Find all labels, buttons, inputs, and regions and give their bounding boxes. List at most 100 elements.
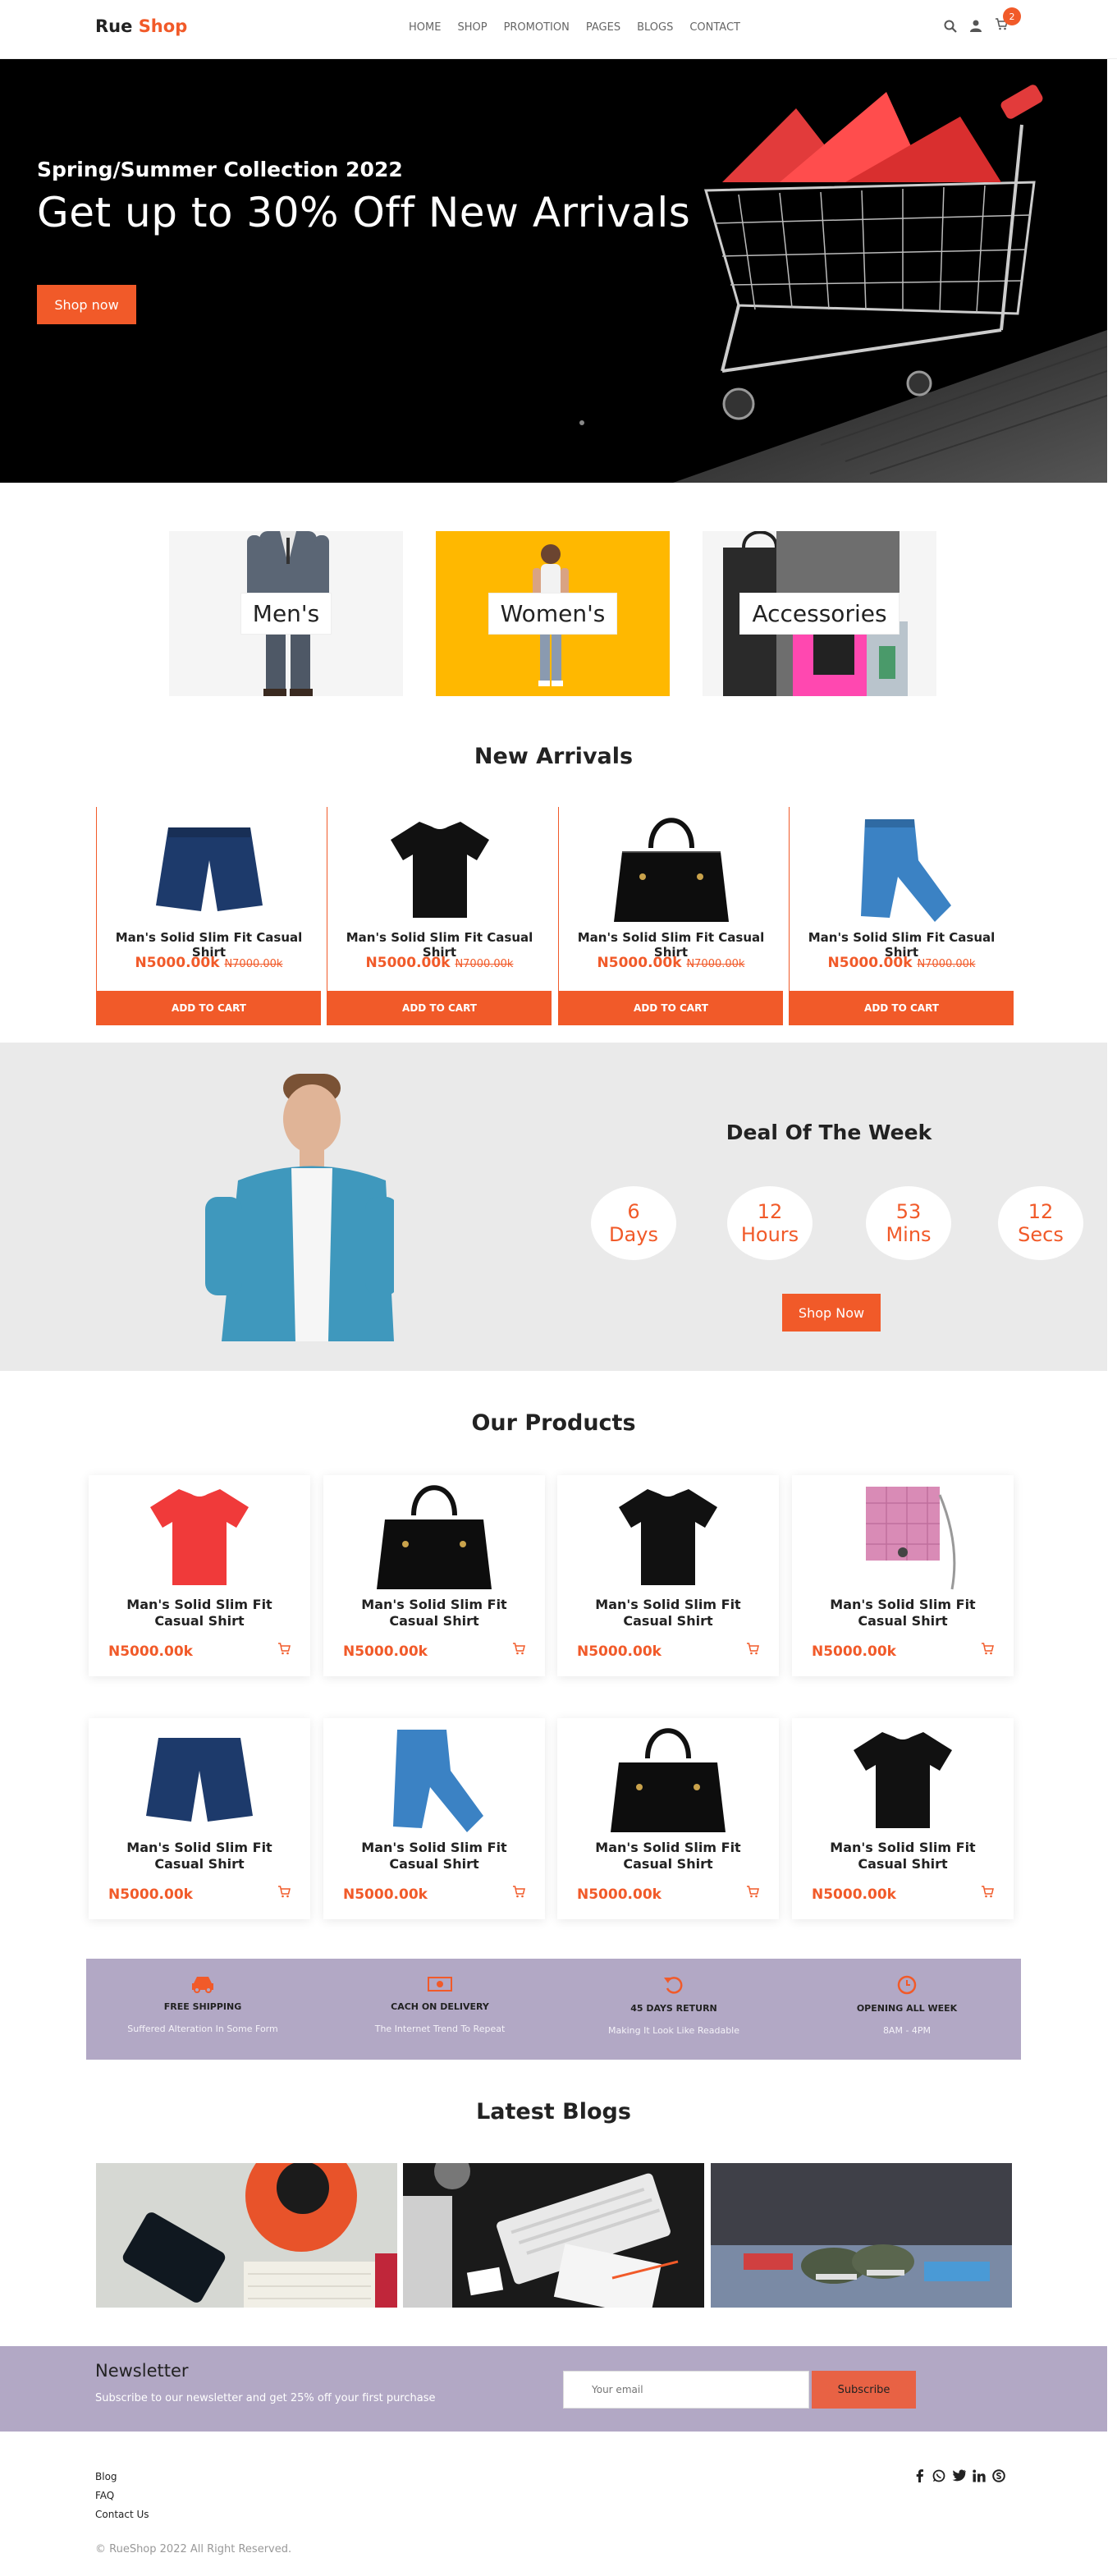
- carousel-dot[interactable]: [579, 420, 584, 425]
- add-cart-icon[interactable]: [981, 1886, 994, 1898]
- blog-post-image[interactable]: [403, 2163, 704, 2308]
- product-card[interactable]: Man's Solid Slim Fit Casual Shirt N5000.…: [89, 1718, 310, 1919]
- purse-icon: [866, 1487, 956, 1590]
- feature-subtitle: Making It Look Like Readable: [607, 2025, 740, 2036]
- skype-icon[interactable]: [992, 2469, 1005, 2482]
- handbag-icon: [377, 1485, 492, 1589]
- add-cart-icon[interactable]: [746, 1886, 759, 1898]
- product-card[interactable]: Man's Solid Slim Fit Casual Shirt N5000.…: [96, 807, 321, 1025]
- user-icon[interactable]: [970, 20, 982, 32]
- pink-purse-image: [792, 1475, 1014, 1597]
- jeans-image: [323, 1718, 545, 1840]
- subscribe-button[interactable]: Subscribe: [812, 2371, 916, 2409]
- product-price: N5000.00k: [343, 1886, 428, 1903]
- twitter-icon[interactable]: [952, 2469, 966, 2482]
- add-cart-icon[interactable]: [512, 1886, 525, 1898]
- product-card[interactable]: Man's Solid Slim Fit Casual Shirt N5000.…: [792, 1718, 1014, 1919]
- nav-shop[interactable]: SHOP: [457, 21, 487, 34]
- product-card[interactable]: Man's Solid Slim Fit Casual Shirt N5000.…: [327, 807, 552, 1025]
- tshirt-icon: [854, 1732, 952, 1828]
- blog-post-image[interactable]: [711, 2163, 1012, 2308]
- product-name: Man's Solid Slim Fit Casual Shirt: [830, 1597, 976, 1629]
- category-accessories[interactable]: Accessories: [703, 531, 936, 696]
- nav-promotion[interactable]: PROMOTION: [504, 21, 570, 34]
- hero-banner: Spring/Summer Collection 2022 Get up to …: [0, 59, 1107, 483]
- search-icon[interactable]: [944, 20, 957, 33]
- whatsapp-icon[interactable]: [932, 2469, 945, 2482]
- product-price: N5000.00k: [108, 1886, 193, 1903]
- feature-title: FREE SHIPPING: [163, 2001, 242, 2012]
- cart-count-badge: 2: [1003, 7, 1021, 25]
- return-icon: [664, 1977, 683, 1994]
- footer-link-blog[interactable]: Blog: [95, 2471, 117, 2482]
- blog-post-image[interactable]: [96, 2163, 397, 2308]
- product-name: Man's Solid Slim Fit Casual Shirt: [361, 1840, 507, 1872]
- newsletter-subtitle: Subscribe to our newsletter and get 25% …: [95, 2392, 436, 2404]
- product-price: N5000.00k N7000.00k: [597, 955, 745, 971]
- product-card[interactable]: Man's Solid Slim Fit Casual Shirt N5000.…: [323, 1475, 545, 1676]
- nav-contact[interactable]: CONTACT: [689, 21, 740, 34]
- handbag-image: [323, 1475, 545, 1597]
- tshirt-icon: [619, 1489, 717, 1585]
- category-womens[interactable]: Women's: [436, 531, 670, 696]
- category-label: Accessories: [739, 593, 900, 635]
- add-cart-icon[interactable]: [277, 1886, 291, 1898]
- jeans-icon: [860, 819, 951, 922]
- product-card[interactable]: Man's Solid Slim Fit Casual Shirt N5000.…: [558, 807, 783, 1025]
- product-price: N5000.00k: [108, 1643, 193, 1660]
- nav-pages[interactable]: PAGES: [586, 21, 620, 34]
- product-price: N5000.00k: [812, 1886, 896, 1903]
- footer-link-faq[interactable]: FAQ: [95, 2490, 114, 2501]
- feature-subtitle: 8AM - 4PM: [882, 2025, 932, 2036]
- timer-secs: 12 Secs: [998, 1186, 1083, 1260]
- handbag-icon: [611, 1728, 726, 1832]
- newsletter-email-input[interactable]: [563, 2371, 809, 2409]
- add-cart-icon[interactable]: [512, 1643, 525, 1655]
- product-card[interactable]: Man's Solid Slim Fit Casual Shirt N5000.…: [557, 1475, 779, 1676]
- new-arrivals-title: New Arrivals: [474, 744, 634, 769]
- tshirt-image: [327, 807, 552, 930]
- shorts-icon: [155, 827, 263, 911]
- jeans-image: [790, 807, 1014, 930]
- cart-button[interactable]: 2: [995, 7, 1021, 34]
- product-card[interactable]: Man's Solid Slim Fit Casual Shirt N5000.…: [557, 1718, 779, 1919]
- product-price: N5000.00k N7000.00k: [365, 955, 514, 971]
- add-cart-icon[interactable]: [746, 1643, 759, 1655]
- old-price: N7000.00k: [686, 958, 745, 970]
- timer-days: 6 Days: [591, 1186, 676, 1260]
- product-card[interactable]: Man's Solid Slim Fit Casual Shirt N5000.…: [792, 1475, 1014, 1676]
- feature-subtitle: Suffered Alteration In Some Form: [127, 2024, 278, 2034]
- linkedin-icon[interactable]: [973, 2469, 986, 2482]
- nav-home[interactable]: HOME: [409, 21, 441, 34]
- product-price: N5000.00k N7000.00k: [827, 955, 976, 971]
- site-logo[interactable]: Rue Shop: [95, 16, 187, 36]
- black-tshirt-image: [792, 1718, 1014, 1840]
- facebook-icon[interactable]: [914, 2469, 926, 2482]
- add-to-cart-button[interactable]: ADD TO CART: [327, 991, 552, 1025]
- add-cart-icon[interactable]: [981, 1643, 994, 1655]
- newsletter-section: Newsletter Subscribe to our newsletter a…: [0, 2346, 1107, 2432]
- feature-45-days-return: 45 DAYS RETURN Making It Look Like Reada…: [575, 1975, 772, 2036]
- add-to-cart-button[interactable]: ADD TO CART: [97, 991, 321, 1025]
- footer-link-contact-us[interactable]: Contact Us: [95, 2509, 149, 2520]
- shorts-icon: [146, 1738, 253, 1822]
- social-links: [914, 2469, 1005, 2482]
- add-to-cart-button[interactable]: ADD TO CART: [790, 991, 1014, 1025]
- timer-hours: 12 Hours: [727, 1186, 813, 1260]
- tshirt-icon: [150, 1489, 249, 1585]
- hero-title: Get up to 30% Off New Arrivals: [37, 189, 691, 236]
- header-icons: 2: [944, 7, 1021, 34]
- category-mens[interactable]: Men's: [169, 531, 403, 696]
- hero-shop-now-button[interactable]: Shop now: [37, 285, 136, 324]
- deal-shop-now-button[interactable]: Shop Now: [782, 1294, 881, 1332]
- deal-title: Deal Of The Week: [726, 1121, 932, 1144]
- handbag-image: [559, 807, 783, 930]
- product-card[interactable]: Man's Solid Slim Fit Casual Shirt N5000.…: [789, 807, 1014, 1025]
- baby-shoes-image: [711, 2163, 1012, 2308]
- product-card[interactable]: Man's Solid Slim Fit Casual Shirt N5000.…: [323, 1718, 545, 1919]
- product-card[interactable]: Man's Solid Slim Fit Casual Shirt N5000.…: [89, 1475, 310, 1676]
- nav-blogs[interactable]: BLOGS: [637, 21, 673, 34]
- feature-title: CACH ON DELIVERY: [391, 2001, 489, 2012]
- add-to-cart-button[interactable]: ADD TO CART: [559, 991, 783, 1025]
- add-cart-icon[interactable]: [277, 1643, 291, 1655]
